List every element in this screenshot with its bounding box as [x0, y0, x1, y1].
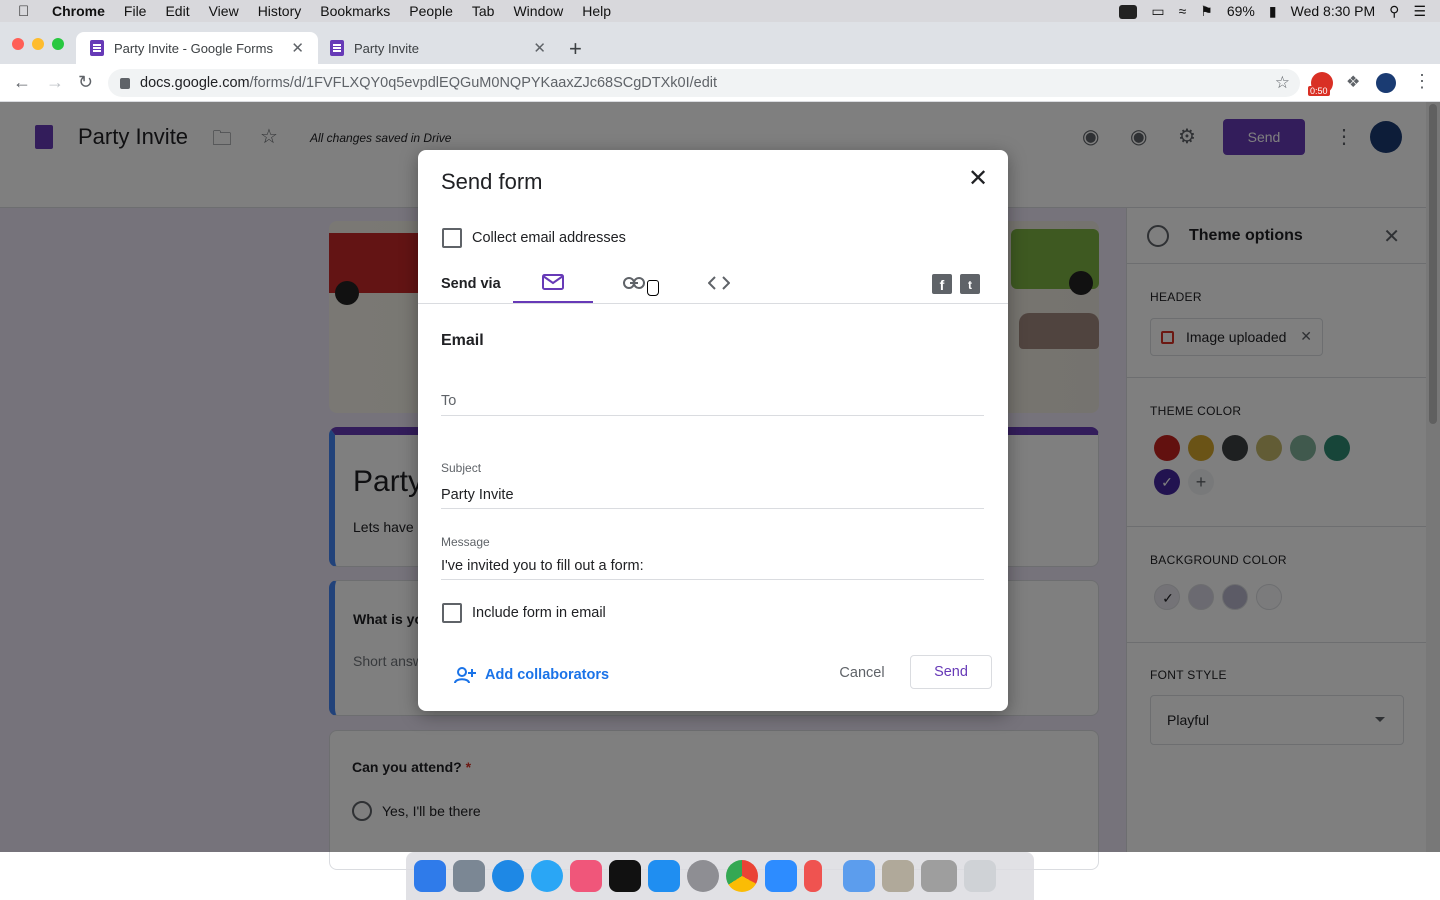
spotlight-search-icon[interactable]: ⚲ — [1389, 3, 1399, 20]
finder-icon[interactable] — [414, 860, 446, 892]
add-collaborators-label: Add collaborators — [485, 667, 610, 683]
menu-file[interactable]: File — [124, 3, 147, 19]
send-via-label: Send via — [441, 276, 501, 292]
send-form-dialog: Send form ✕ Collect email addresses Send… — [418, 150, 1008, 711]
cancel-button[interactable]: Cancel — [826, 657, 898, 689]
forms-favicon-icon — [330, 40, 344, 56]
reload-icon[interactable]: ↻ — [78, 72, 93, 93]
tab-close-icon[interactable]: ✕ — [291, 39, 304, 57]
link-icon — [623, 277, 645, 289]
message-field[interactable]: Message I've invited you to fill out a f… — [441, 533, 984, 580]
menu-bookmarks[interactable]: Bookmarks — [320, 3, 390, 19]
tab-title: Party Invite — [354, 40, 420, 56]
twitter-icon[interactable]: t — [960, 274, 980, 294]
include-form-checkbox[interactable] — [442, 603, 462, 623]
tab-send-embed[interactable] — [679, 262, 759, 304]
airplay-icon[interactable]: ▭ — [1151, 3, 1164, 20]
window-minimize-button[interactable] — [32, 38, 44, 50]
tab-close-icon[interactable]: ✕ — [533, 39, 546, 57]
email-section-heading: Email — [441, 332, 484, 349]
window-close-button[interactable] — [12, 38, 24, 50]
collect-email-checkbox[interactable] — [442, 228, 462, 248]
hand-cursor-icon — [647, 280, 659, 296]
tab-divider — [418, 303, 1008, 304]
address-bar[interactable]: docs.google.com/forms/d/1FVFLXQY0q5evpdl… — [108, 69, 1300, 97]
forward-arrow-icon[interactable]: → — [46, 72, 64, 93]
flag-icon[interactable]: ⚑ — [1200, 3, 1213, 20]
screen-record-icon[interactable] — [1119, 3, 1138, 20]
dialog-title: Send form — [441, 169, 543, 194]
launchpad-icon[interactable] — [453, 860, 485, 892]
url-host: docs.google.com — [140, 75, 250, 91]
macos-menubar:  Chrome File Edit View History Bookmark… — [0, 0, 1440, 22]
notes-app-icon[interactable] — [882, 860, 914, 892]
extension-badge: 0:50 — [1308, 86, 1330, 96]
embed-code-icon — [708, 276, 730, 290]
dialog-close-icon[interactable]: ✕ — [968, 164, 988, 193]
menu-app-name[interactable]: Chrome — [52, 3, 105, 19]
bookmark-star-icon[interactable]: ☆ — [1275, 73, 1290, 93]
keynote-icon[interactable] — [843, 860, 875, 892]
subject-value[interactable]: Party Invite — [441, 487, 514, 503]
include-form-label: Include form in email — [472, 605, 606, 621]
messages-icon[interactable] — [531, 860, 563, 892]
battery-icon: ▮ — [1268, 2, 1277, 19]
menu-tab[interactable]: Tab — [472, 3, 495, 19]
apple-tv-icon[interactable] — [609, 860, 641, 892]
message-label: Message — [441, 535, 490, 549]
facebook-icon[interactable]: f — [932, 274, 952, 294]
wifi-icon[interactable]: ≈ — [1179, 3, 1187, 19]
menu-window[interactable]: Window — [513, 3, 563, 19]
clock[interactable]: Wed 8:30 PM — [1291, 3, 1376, 19]
send-button[interactable]: Send — [910, 655, 992, 689]
to-input[interactable] — [441, 386, 984, 416]
menu-edit[interactable]: Edit — [165, 3, 189, 19]
collect-email-label: Collect email addresses — [472, 230, 626, 246]
tab-title: Party Invite - Google Forms — [114, 40, 273, 56]
music-icon[interactable] — [570, 860, 602, 892]
apple-icon[interactable]:  — [18, 3, 38, 20]
menu-history[interactable]: History — [258, 3, 302, 19]
menu-help[interactable]: Help — [582, 3, 611, 19]
subject-label: Subject — [441, 461, 482, 475]
menu-people[interactable]: People — [409, 3, 453, 19]
back-arrow-icon[interactable]: ← — [13, 72, 31, 93]
forms-favicon-icon — [90, 40, 104, 56]
mail-icon — [542, 273, 564, 290]
control-center-icon[interactable]: ☰ — [1413, 3, 1426, 20]
trash-icon[interactable] — [964, 860, 996, 892]
system-preferences-icon[interactable] — [687, 860, 719, 892]
menu-view[interactable]: View — [209, 3, 239, 19]
battery-percent[interactable]: 69% — [1227, 3, 1255, 19]
browser-tab[interactable]: Party Invite ✕ — [316, 32, 560, 64]
to-field[interactable] — [441, 386, 984, 416]
message-value[interactable]: I've invited you to fill out a form: — [441, 558, 644, 574]
chrome-icon[interactable] — [726, 860, 758, 892]
chrome-menu-icon[interactable]: ⋮ — [1413, 71, 1431, 92]
lock-icon — [120, 77, 130, 89]
chrome-apps-icon[interactable] — [921, 860, 957, 892]
extensions-puzzle-icon[interactable]: ❖ — [1346, 72, 1360, 92]
zoom-icon[interactable] — [765, 860, 797, 892]
url-path: /forms/d/1FVFLXQY0q5evpdlEQGuM0NQPYKaaxZ… — [249, 75, 718, 91]
browser-toolbar: ← → ↻ docs.google.com/forms/d/1FVFLXQY0q… — [0, 64, 1440, 102]
browser-tab-active[interactable]: Party Invite - Google Forms ✕ — [76, 32, 318, 64]
window-zoom-button[interactable] — [52, 38, 64, 50]
add-collaborators-button[interactable]: Add collaborators — [454, 666, 609, 684]
tab-send-email[interactable] — [513, 262, 593, 304]
new-tab-plus-icon[interactable]: + — [569, 36, 582, 62]
subject-field[interactable]: Subject Party Invite — [441, 458, 984, 509]
profile-avatar[interactable] — [1376, 73, 1396, 93]
safari-icon[interactable] — [492, 860, 524, 892]
tab-send-link[interactable] — [594, 262, 674, 304]
app-store-icon[interactable] — [648, 860, 680, 892]
mobile-app-icon[interactable] — [804, 860, 822, 892]
add-person-icon — [454, 667, 476, 684]
macos-dock — [406, 852, 1034, 900]
